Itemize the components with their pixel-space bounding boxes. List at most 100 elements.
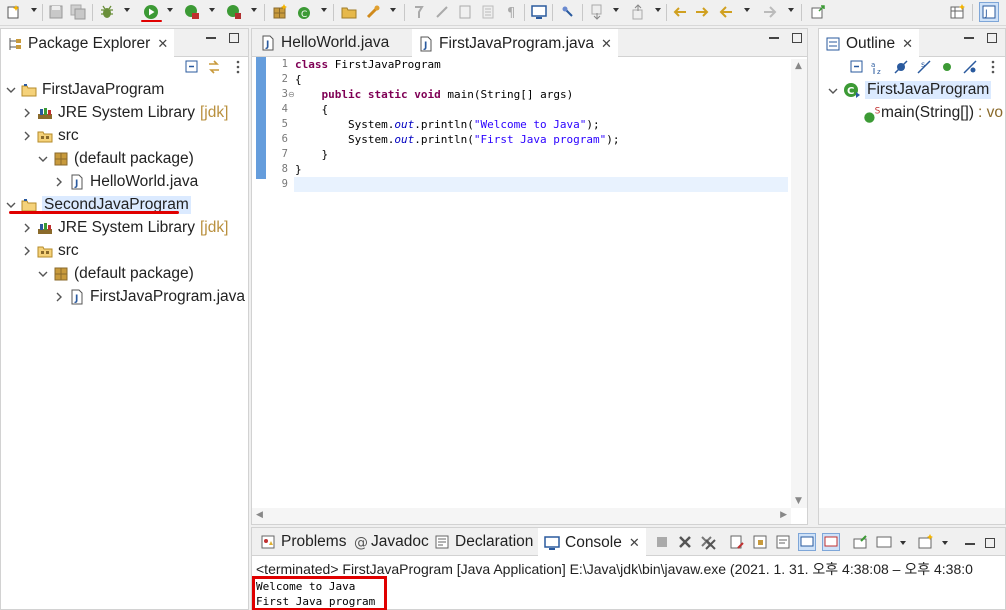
save-all-icon[interactable] (70, 4, 86, 20)
new-wizard-dropdown-icon[interactable] (31, 8, 37, 12)
open-console-icon[interactable] (531, 4, 547, 20)
sort-icon[interactable]: az (870, 59, 886, 75)
next-edit-location-icon[interactable] (694, 4, 710, 20)
tree-item-jre-library[interactable]: JRE System Library [jdk] (21, 217, 228, 239)
tree-item-project-first[interactable]: FirstJavaProgram (5, 79, 164, 101)
minimize-icon[interactable] (769, 37, 779, 39)
hide-local-types-icon[interactable] (962, 59, 978, 75)
previous-annotation-dropdown-icon[interactable] (655, 8, 661, 12)
maximize-view-icon[interactable] (229, 33, 239, 43)
remove-all-terminated-icon[interactable] (700, 534, 716, 550)
code-line[interactable]: { (295, 102, 328, 117)
next-annotation-dropdown-icon[interactable] (613, 8, 619, 12)
run-icon[interactable] (143, 4, 159, 20)
display-selected-console-icon[interactable] (876, 534, 892, 550)
clear-console-icon[interactable] (729, 534, 745, 550)
save-icon[interactable] (48, 4, 64, 20)
show-console-on-error-icon[interactable] (822, 533, 840, 551)
toggle-mark-occurrences-icon[interactable] (411, 4, 427, 20)
coverage-dropdown-icon[interactable] (209, 8, 215, 12)
minimize-icon[interactable] (964, 37, 974, 39)
open-console-dropdown-icon[interactable] (942, 541, 948, 545)
tab-javadoc[interactable]: @ Javadoc (348, 528, 435, 556)
minimize-icon[interactable] (965, 543, 975, 545)
debug-icon[interactable] (99, 4, 115, 20)
next-annotation-icon[interactable] (589, 4, 605, 20)
maximize-view-icon[interactable] (985, 538, 995, 548)
pin-editor-icon[interactable] (560, 4, 576, 20)
tab-helloworld-java[interactable]: J HelloWorld.java (254, 29, 412, 57)
coverage-icon[interactable] (184, 4, 200, 20)
collapse-all-icon[interactable] (849, 59, 865, 75)
tree-item-firstjavaprogram-java[interactable]: J FirstJavaProgram.java (53, 286, 245, 308)
scroll-up-icon[interactable]: ▲ (795, 61, 802, 71)
pin-console-icon[interactable] (852, 534, 868, 550)
chevron-down-icon[interactable] (5, 199, 17, 211)
tree-item-src[interactable]: src (21, 240, 79, 262)
search-dropdown-icon[interactable] (390, 8, 396, 12)
editor-vertical-scrollbar[interactable]: ▲ ▼ (791, 59, 807, 508)
word-wrap-icon[interactable] (775, 534, 791, 550)
chevron-down-icon[interactable] (5, 84, 17, 96)
chevron-right-icon[interactable] (53, 176, 65, 188)
new-java-class-icon[interactable]: C (296, 4, 312, 20)
show-console-on-output-icon[interactable] (798, 533, 816, 551)
close-icon[interactable]: ✕ (629, 536, 640, 549)
pilcrow-icon[interactable]: ¶ (503, 4, 519, 20)
code-line[interactable]: } (295, 147, 328, 162)
code-line[interactable]: class FirstJavaProgram (295, 57, 441, 72)
close-icon[interactable]: ✕ (902, 37, 913, 50)
hide-fields-icon[interactable] (893, 59, 909, 75)
show-whitespace-icon[interactable] (457, 4, 473, 20)
terminate-icon[interactable] (654, 534, 670, 550)
last-edit-location-icon[interactable] (672, 4, 688, 20)
hide-static-icon[interactable]: s (916, 59, 932, 75)
chevron-right-icon[interactable] (21, 222, 33, 234)
chevron-down-icon[interactable] (827, 84, 839, 96)
tab-outline[interactable]: Outline ✕ (819, 29, 920, 58)
chevron-down-icon[interactable] (37, 153, 49, 165)
maximize-view-icon[interactable] (792, 33, 802, 43)
back-dropdown-icon[interactable] (744, 8, 750, 12)
tree-item-default-package[interactable]: (default package) (37, 148, 194, 170)
chevron-right-icon[interactable] (21, 130, 33, 142)
chevron-right-icon[interactable] (21, 107, 33, 119)
chevron-down-icon[interactable] (37, 268, 49, 280)
display-console-dropdown-icon[interactable] (900, 541, 906, 545)
tree-item-jre-library[interactable]: JRE System Library [jdk] (21, 102, 228, 124)
search-icon[interactable] (365, 4, 381, 20)
chevron-right-icon[interactable] (21, 245, 33, 257)
word-wrap-icon[interactable] (480, 4, 496, 20)
forward-icon[interactable] (762, 4, 778, 20)
chevron-right-icon[interactable] (53, 291, 65, 303)
link-with-editor-icon[interactable] (206, 59, 222, 75)
tab-package-explorer[interactable]: Package Explorer ✕ (1, 29, 175, 58)
remove-launch-icon[interactable] (677, 534, 693, 550)
close-icon[interactable]: ✕ (601, 37, 612, 50)
external-tools-dropdown-icon[interactable] (251, 8, 257, 12)
external-tools-icon[interactable] (226, 4, 242, 20)
tab-problems[interactable]: Problems (254, 528, 352, 556)
scroll-lock-icon[interactable] (752, 534, 768, 550)
code-line[interactable]: public static void main(String[] args) (295, 87, 574, 102)
tab-firstjavaprogram-java[interactable]: J FirstJavaProgram.java ✕ (412, 29, 618, 58)
tab-declaration[interactable]: Declaration (428, 528, 539, 556)
open-type-icon[interactable] (341, 4, 357, 20)
tab-console[interactable]: Console ✕ (538, 528, 646, 557)
code-line[interactable]: System.out.println("Welcome to Java"); (295, 117, 600, 132)
toggle-block-selection-icon[interactable] (434, 4, 450, 20)
new-class-dropdown-icon[interactable] (321, 8, 327, 12)
debug-dropdown-icon[interactable] (124, 8, 130, 12)
maximize-view-icon[interactable] (987, 33, 997, 43)
run-dropdown-icon[interactable] (167, 8, 173, 12)
hide-non-public-icon[interactable] (939, 59, 955, 75)
new-wizard-icon[interactable] (6, 4, 22, 20)
outline-horizontal-scrollbar[interactable] (819, 508, 1005, 524)
outline-item-class[interactable]: C FirstJavaProgram (827, 79, 992, 101)
scroll-down-icon[interactable]: ▼ (795, 496, 802, 506)
view-menu-icon[interactable] (230, 59, 246, 75)
tree-item-default-package[interactable]: (default package) (37, 263, 194, 285)
view-menu-icon[interactable] (985, 59, 1001, 75)
outline-item-method[interactable]: S main(String[]) : vo (863, 102, 1003, 124)
tree-item-src[interactable]: src (21, 125, 79, 147)
